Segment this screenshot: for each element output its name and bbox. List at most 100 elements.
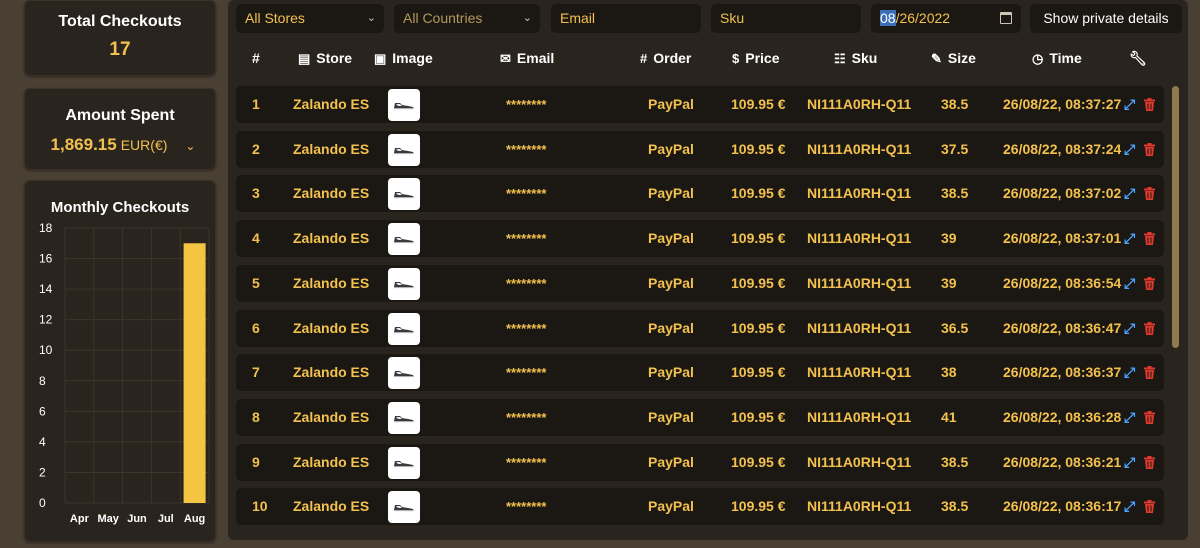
trash-icon[interactable] xyxy=(1144,220,1155,257)
row-sku: NI111A0RH-Q11 xyxy=(807,453,912,470)
country-filter-select[interactable]: All Countries ⌄ xyxy=(394,4,540,33)
envelope-icon: ✉ xyxy=(500,51,511,66)
row-number: 5 xyxy=(252,274,260,291)
expand-icon[interactable]: ⤢ xyxy=(1124,175,1135,212)
row-size: 38 xyxy=(941,364,957,381)
store-filter-value: All Stores xyxy=(245,10,305,26)
email-filter-placeholder: Email xyxy=(560,10,596,26)
expand-icon[interactable]: ⤢ xyxy=(1124,86,1135,123)
table-row[interactable]: 2 Zalando ES ******** PayPal 109.95 € NI111A0… xyxy=(236,130,1164,168)
row-store: Zalando ES xyxy=(293,96,370,112)
chart-y-tick-label: 6 xyxy=(39,404,46,418)
row-email: ******** xyxy=(506,409,547,425)
row-size: 39 xyxy=(941,230,957,247)
product-image[interactable] xyxy=(388,357,420,390)
calendar-icon[interactable] xyxy=(1000,12,1012,24)
trash-glyph xyxy=(1144,410,1155,424)
currency-select[interactable]: EUR(€) xyxy=(121,137,168,153)
row-store: Zalando ES xyxy=(293,408,370,425)
table-row[interactable]: 3 Zalando ES ******** PayPal 109.95 € NI111A0… xyxy=(236,175,1164,213)
product-image[interactable] xyxy=(388,401,420,434)
table-row[interactable]: 10 Zalando ES ******** PayPal 109.95 € NI111A… xyxy=(236,488,1164,526)
show-private-details-button[interactable]: Show private details xyxy=(1030,4,1182,33)
clock-icon: ◷ xyxy=(1032,51,1044,66)
expand-icon[interactable]: ⤢ xyxy=(1124,399,1135,436)
row-sku: NI111A0RH-Q11 xyxy=(807,185,912,202)
row-order: PayPal xyxy=(648,319,694,336)
trash-icon[interactable] xyxy=(1144,175,1155,212)
product-image[interactable] xyxy=(388,446,420,479)
trash-icon[interactable] xyxy=(1144,265,1155,302)
amount-spent-card: Amount Spent 1,869.15 EUR(€) ⌄ xyxy=(24,88,216,170)
date-month-segment[interactable]: 08 xyxy=(880,10,896,26)
row-number: 4 xyxy=(252,230,260,247)
chart-x-tick-label: Jul xyxy=(158,513,174,525)
amount-spent-value: 1,869.15 xyxy=(50,135,117,154)
expand-icon[interactable]: ⤢ xyxy=(1124,220,1135,257)
table-row[interactable]: 6 Zalando ES ******** PayPal 109.95 € NI111A0… xyxy=(236,309,1164,347)
product-image[interactable] xyxy=(388,223,420,256)
column-size-label: Size xyxy=(947,50,976,66)
table-row[interactable]: 4 Zalando ES ******** PayPal 109.95 € NI111A0… xyxy=(236,220,1164,258)
expand-icon[interactable]: ⤢ xyxy=(1124,265,1135,302)
trash-glyph xyxy=(1144,142,1155,156)
sneaker-icon xyxy=(394,371,414,378)
product-image[interactable] xyxy=(388,178,420,211)
table-row[interactable]: 8 Zalando ES ******** PayPal 109.95 € NI111A0… xyxy=(236,398,1164,436)
chart-x-tick-label: Jun xyxy=(127,513,147,525)
table-scrollbar[interactable] xyxy=(1172,86,1179,348)
ruler-icon: ✎ xyxy=(931,51,942,66)
chart-y-tick-label: 4 xyxy=(39,435,46,449)
wrench-icon[interactable]: 🔧︎ xyxy=(1129,44,1147,72)
date-filter-input[interactable]: 08/26/2022 xyxy=(871,4,1021,33)
table-row[interactable]: 9 Zalando ES ******** PayPal 109.95 € NI111A0… xyxy=(236,443,1164,481)
row-price: 109.95 € xyxy=(731,408,786,425)
trash-icon[interactable] xyxy=(1144,86,1155,123)
trash-glyph xyxy=(1144,321,1155,335)
column-email: ✉ Email xyxy=(500,44,554,72)
expand-icon[interactable]: ⤢ xyxy=(1124,444,1135,481)
trash-icon[interactable] xyxy=(1144,488,1155,525)
row-size: 38.5 xyxy=(941,498,969,515)
email-filter-input[interactable]: Email xyxy=(551,4,701,33)
trash-icon[interactable] xyxy=(1144,399,1155,436)
row-store: Zalando ES xyxy=(293,274,370,291)
expand-icon[interactable]: ⤢ xyxy=(1124,488,1135,525)
product-image[interactable] xyxy=(388,89,420,121)
trash-icon[interactable] xyxy=(1144,131,1155,168)
expand-icon[interactable]: ⤢ xyxy=(1124,310,1135,347)
product-image[interactable] xyxy=(388,312,420,345)
row-size: 39 xyxy=(941,274,957,291)
date-rest: /26/2022 xyxy=(895,10,951,26)
chevron-down-icon: ⌄ xyxy=(522,12,532,24)
trash-icon[interactable] xyxy=(1144,444,1155,481)
column-num: # xyxy=(252,50,260,66)
product-image[interactable] xyxy=(388,491,420,524)
table-row[interactable]: 5 Zalando ES ******** PayPal 109.95 € NI111A0… xyxy=(236,264,1164,302)
trash-glyph xyxy=(1144,232,1155,246)
trash-icon[interactable] xyxy=(1144,310,1155,347)
expand-icon[interactable]: ⤢ xyxy=(1124,131,1135,168)
chevron-down-icon[interactable]: ⌄ xyxy=(185,139,195,153)
row-price: 109.95 € xyxy=(731,96,786,112)
row-price: 109.95 € xyxy=(731,274,786,291)
row-order: PayPal xyxy=(648,408,694,425)
trash-glyph xyxy=(1144,98,1155,111)
table-row[interactable]: 1 Zalando ES ******** PayPal 109.95 € NI111A0… xyxy=(236,86,1164,123)
sku-filter-input[interactable]: Sku xyxy=(711,4,861,33)
store-filter-select[interactable]: All Stores ⌄ xyxy=(236,4,384,33)
product-image[interactable] xyxy=(388,267,420,300)
sneaker-icon xyxy=(394,460,414,467)
sneaker-icon xyxy=(394,326,414,333)
table-row[interactable]: 7 Zalando ES ******** PayPal 109.95 € NI111A0… xyxy=(236,354,1164,392)
row-number: 2 xyxy=(252,140,260,157)
row-time: 26/08/22, 08:36:54 xyxy=(1003,274,1122,291)
sku-filter-placeholder: Sku xyxy=(720,10,745,26)
trash-icon[interactable] xyxy=(1144,354,1155,391)
row-time: 26/08/22, 08:36:47 xyxy=(1003,319,1122,336)
column-store: ▤ Store xyxy=(298,44,352,72)
expand-icon[interactable]: ⤢ xyxy=(1124,354,1135,391)
chart-y-tick-label: 8 xyxy=(39,374,46,388)
row-store: Zalando ES xyxy=(293,453,370,470)
product-image[interactable] xyxy=(388,133,420,166)
